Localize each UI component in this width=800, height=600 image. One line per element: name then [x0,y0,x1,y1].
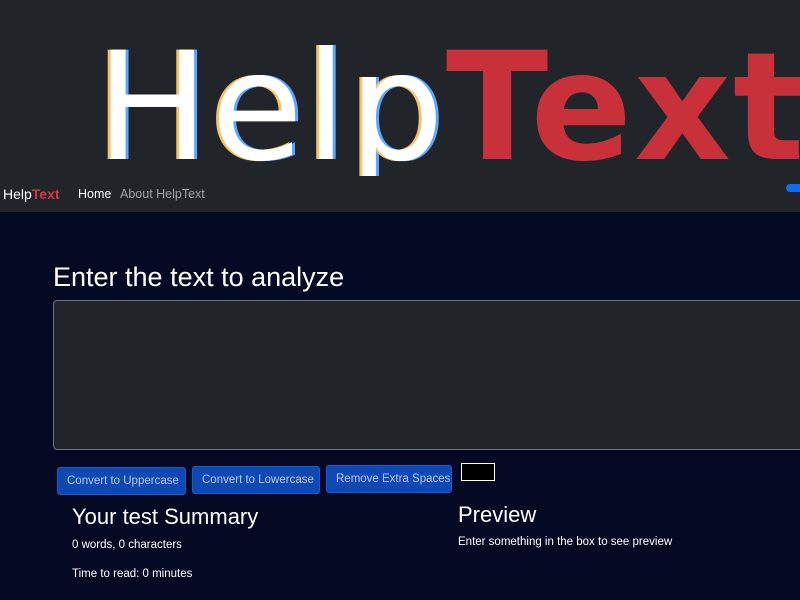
time-to-read: Time to read: 0 minutes [72,568,193,580]
preview-title: Preview [458,502,537,527]
convert-uppercase-button[interactable]: Convert to Uppercase [57,467,186,495]
logo-banner: HelpText [0,0,800,188]
preview-text: Enter something in the box to see previe… [458,536,673,548]
word-character-count: 0 words, 0 characters [72,539,182,551]
nav-home-link[interactable]: Home [78,187,111,201]
mode-toggle-switch[interactable] [786,184,800,192]
nav-about-link[interactable]: About HelpText [120,187,205,201]
navbar-brand[interactable]: HelpText [3,186,60,202]
text-input-area[interactable] [53,300,800,450]
brand-help: Help [3,186,32,202]
page-heading: Enter the text to analyze [53,262,345,292]
remove-extra-spaces-button[interactable]: Remove Extra Spaces [326,465,452,493]
logo-help-text: Help [96,21,446,195]
brand-text-accent: Text [31,186,60,202]
helptext-logo: HelpText [96,28,800,188]
convert-lowercase-button[interactable]: Convert to Lowercase [192,466,320,494]
color-picker-swatch[interactable] [461,463,495,481]
summary-title: Your test Summary [72,504,259,529]
logo-text-accent: Text [445,21,800,195]
navbar: HelpText Home About HelpText [0,176,800,212]
